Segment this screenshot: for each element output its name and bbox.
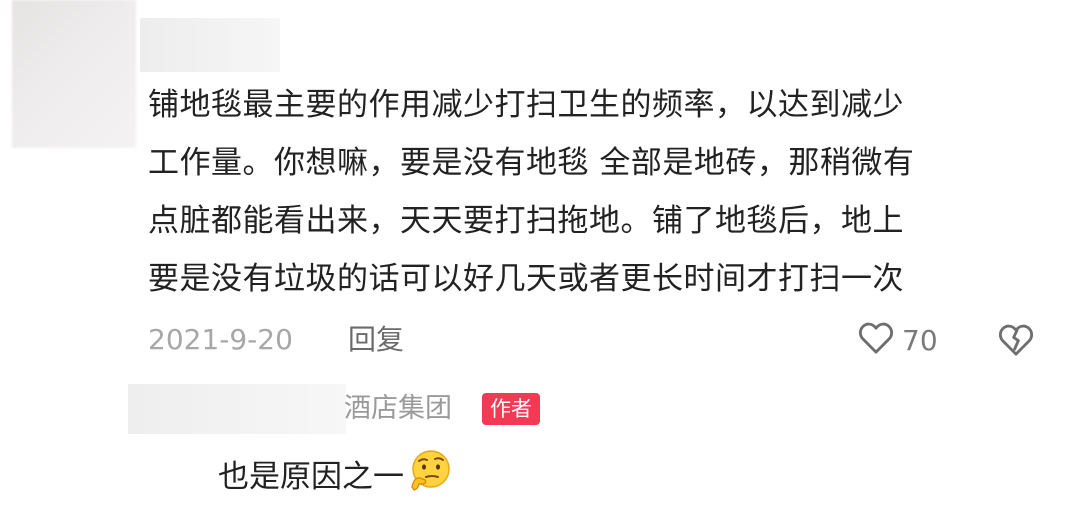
commenter-avatar[interactable]: [12, 0, 136, 148]
comment-line: 点脏都能看出来，天天要打扫拖地。铺了地毯后，地上: [148, 203, 904, 239]
author-badge: 作者: [482, 393, 540, 425]
commenter-username-blurred[interactable]: [140, 18, 280, 72]
reply-username-blurred[interactable]: [128, 384, 346, 434]
like-count: 70: [902, 323, 938, 357]
broken-heart-icon: [996, 324, 1036, 364]
reply-username[interactable]: 酒店集团: [344, 389, 452, 429]
reply-text: 也是原因之一: [218, 459, 404, 495]
comment-line: 铺地毯最主要的作用减少打扫卫生的频率，以达到减少: [148, 87, 904, 123]
like-button[interactable]: 70: [856, 318, 938, 362]
reply-button[interactable]: 回复: [348, 320, 404, 360]
comment-line: 要是没有垃圾的话可以好几天或者更长时间才打扫一次: [148, 261, 904, 297]
reply-body: 也是原因之一: [218, 447, 452, 507]
dislike-button[interactable]: [996, 320, 1036, 364]
thinking-face-emoji-icon: [406, 447, 452, 507]
comment-line: 工作量。你想嘛，要是没有地毯 全部是地砖，那稍微有: [148, 145, 915, 181]
comment-date: 2021-9-20: [148, 323, 293, 356]
heart-outline-icon: [856, 318, 896, 362]
comment-body: 铺地毯最主要的作用减少打扫卫生的频率，以达到减少 工作量。你想嘛，要是没有地毯 …: [148, 76, 1048, 308]
